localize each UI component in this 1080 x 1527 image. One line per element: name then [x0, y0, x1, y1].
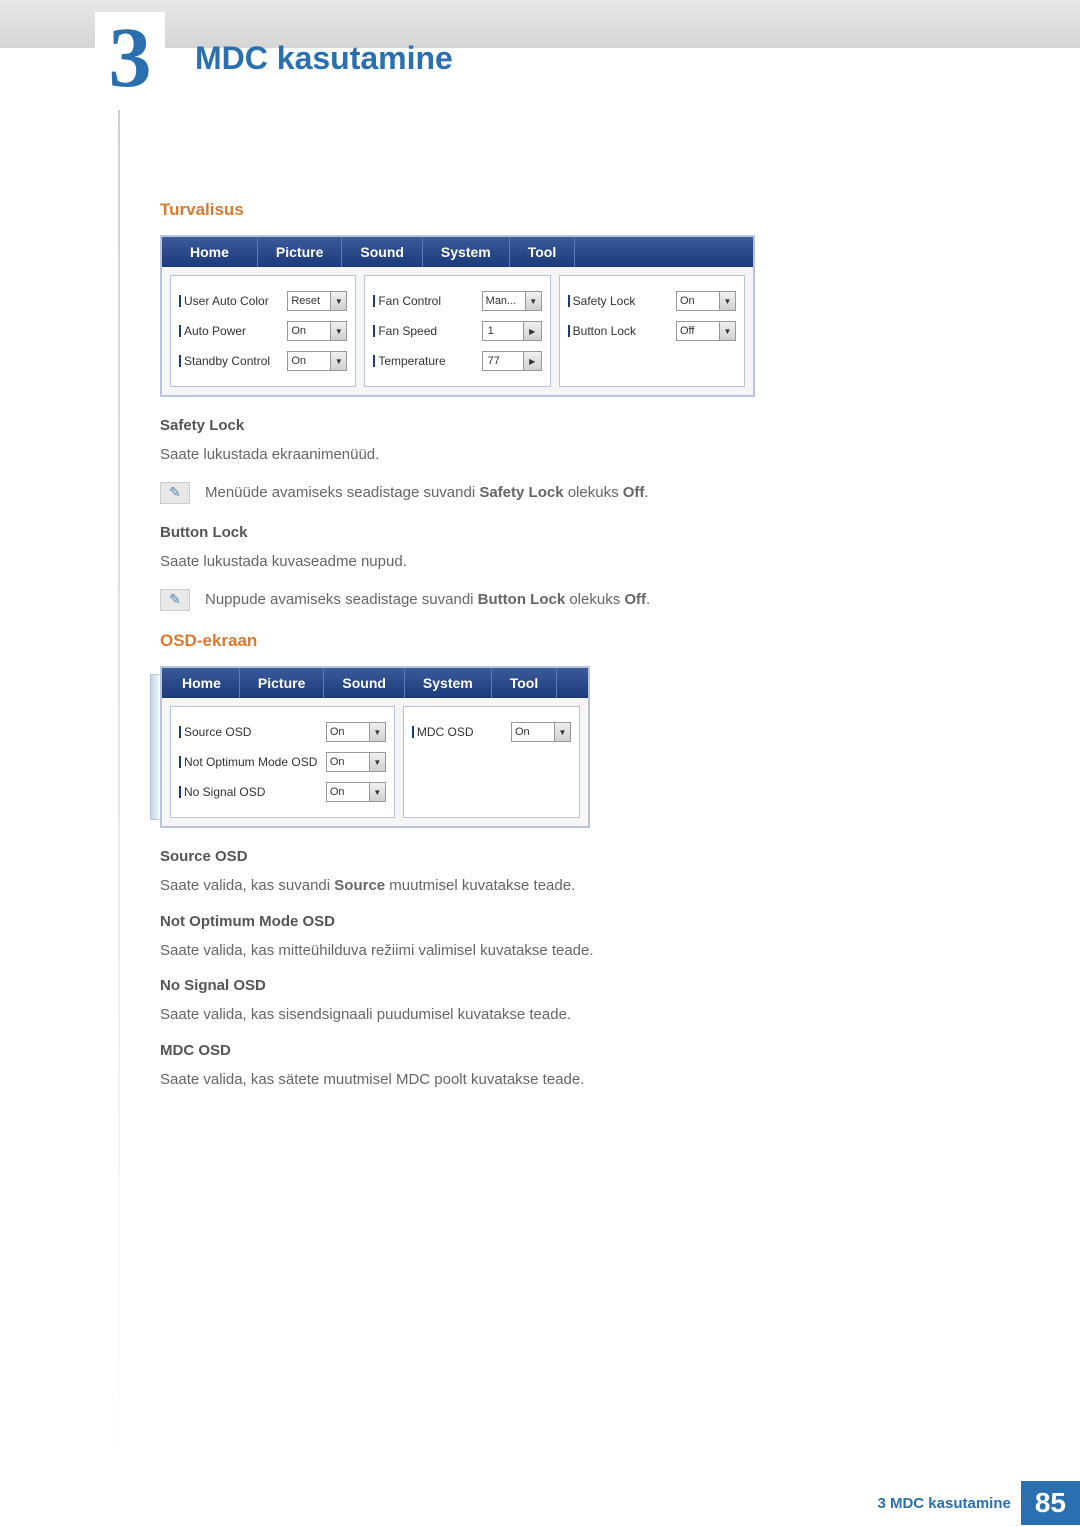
field-label: Fan Control	[378, 294, 441, 308]
panel-col-2: MDC OSD On▼	[403, 706, 580, 818]
subheading-no-signal-osd: No Signal OSD	[160, 977, 970, 994]
panel-col-3: Safety Lock On▼ Button Lock Off▼	[559, 275, 745, 387]
dropdown-safety-lock[interactable]: On▼	[676, 291, 736, 311]
tab-sound[interactable]: Sound	[324, 668, 405, 698]
dropdown-not-optimum-osd[interactable]: On▼	[326, 752, 386, 772]
field-label: Standby Control	[184, 354, 270, 368]
chevron-down-icon: ▼	[369, 753, 385, 771]
note-icon: ✎	[160, 589, 190, 611]
field-label: User Auto Color	[184, 294, 269, 308]
dropdown-fan-control[interactable]: Man...▼	[482, 291, 542, 311]
tab-tool[interactable]: Tool	[510, 237, 576, 267]
chevron-down-icon: ▼	[330, 322, 346, 340]
chapter-title: MDC kasutamine	[195, 40, 453, 77]
security-panel: Home Picture Sound System Tool User Auto…	[160, 235, 755, 397]
field-label: No Signal OSD	[184, 785, 265, 799]
field-label: Not Optimum Mode OSD	[184, 755, 317, 769]
note-text: Menüüde avamiseks seadistage suvandi Saf…	[205, 482, 649, 505]
dropdown-source-osd[interactable]: On▼	[326, 722, 386, 742]
body-text: Saate valida, kas mitteühilduva režiimi …	[160, 940, 970, 963]
panel-col-2: Fan Control Man...▼ Fan Speed 1▶ Temperatu…	[364, 275, 550, 387]
tab-picture[interactable]: Picture	[240, 668, 324, 698]
subheading-safety-lock: Safety Lock	[160, 417, 970, 434]
tab-system[interactable]: System	[423, 237, 510, 267]
subheading-source-osd: Source OSD	[160, 848, 970, 865]
subheading-not-optimum-osd: Not Optimum Mode OSD	[160, 913, 970, 930]
body-text: Saate valida, kas sätete muutmisel MDC p…	[160, 1069, 970, 1092]
tab-home[interactable]: Home	[162, 668, 240, 698]
subheading-mdc-osd: MDC OSD	[160, 1042, 970, 1059]
panel-tabs: Home Picture Sound System Tool	[162, 237, 753, 267]
chevron-right-icon: ▶	[523, 322, 541, 340]
note-text: Nuppude avamiseks seadistage suvandi But…	[205, 589, 650, 612]
field-label: Source OSD	[184, 725, 251, 739]
field-label: Auto Power	[184, 324, 246, 338]
panel-col-1: Source OSD On▼ Not Optimum Mode OSD On▼ No…	[170, 706, 395, 818]
chevron-down-icon: ▼	[719, 292, 735, 310]
osd-panel: Home Picture Sound System Tool Source OS…	[160, 666, 590, 828]
body-text: Saate valida, kas sisendsignaali puudumi…	[160, 1004, 970, 1027]
chevron-down-icon: ▼	[525, 292, 541, 310]
spinner-temperature[interactable]: 77▶	[482, 351, 542, 371]
chevron-right-icon: ▶	[523, 352, 541, 370]
panel-tabs: Home Picture Sound System Tool	[162, 668, 588, 698]
body-text: Saate lukustada ekraanimenüüd.	[160, 444, 970, 467]
section-heading-osd: OSD-ekraan	[160, 631, 970, 651]
dropdown-button-lock[interactable]: Off▼	[676, 321, 736, 341]
tab-system[interactable]: System	[405, 668, 492, 698]
chevron-down-icon: ▼	[554, 723, 570, 741]
chevron-down-icon: ▼	[330, 292, 346, 310]
chevron-down-icon: ▼	[330, 352, 346, 370]
field-label: Temperature	[378, 354, 445, 368]
subheading-button-lock: Button Lock	[160, 524, 970, 541]
chapter-number: 3	[109, 14, 152, 100]
dropdown-mdc-osd[interactable]: On▼	[511, 722, 571, 742]
footer-text: 3 MDC kasutamine	[877, 1495, 1010, 1512]
field-label: Fan Speed	[378, 324, 437, 338]
dropdown-user-auto-color[interactable]: Reset▼	[287, 291, 347, 311]
spinner-fan-speed[interactable]: 1▶	[482, 321, 542, 341]
chapter-badge: 3	[95, 12, 165, 102]
page-number: 85	[1021, 1481, 1080, 1525]
tab-tool[interactable]: Tool	[492, 668, 558, 698]
page-footer: 3 MDC kasutamine 85	[0, 1479, 1080, 1527]
dropdown-auto-power[interactable]: On▼	[287, 321, 347, 341]
field-label: Button Lock	[573, 324, 636, 338]
section-heading-security: Turvalisus	[160, 200, 970, 220]
chevron-down-icon: ▼	[369, 723, 385, 741]
tab-sound[interactable]: Sound	[342, 237, 423, 267]
chevron-down-icon: ▼	[369, 783, 385, 801]
field-label: MDC OSD	[417, 725, 474, 739]
tab-home[interactable]: Home	[162, 237, 258, 267]
body-text: Saate valida, kas suvandi Source muutmis…	[160, 875, 970, 898]
tab-picture[interactable]: Picture	[258, 237, 342, 267]
dropdown-standby-control[interactable]: On▼	[287, 351, 347, 371]
side-rule	[118, 110, 120, 1467]
note-icon: ✎	[160, 482, 190, 504]
chevron-down-icon: ▼	[719, 322, 735, 340]
panel-col-1: User Auto Color Reset▼ Auto Power On▼ Stan…	[170, 275, 356, 387]
field-label: Safety Lock	[573, 294, 636, 308]
dropdown-no-signal-osd[interactable]: On▼	[326, 782, 386, 802]
osd-panel-wrap: Home Picture Sound System Tool Source OS…	[160, 666, 970, 828]
body-text: Saate lukustada kuvaseadme nupud.	[160, 551, 970, 574]
